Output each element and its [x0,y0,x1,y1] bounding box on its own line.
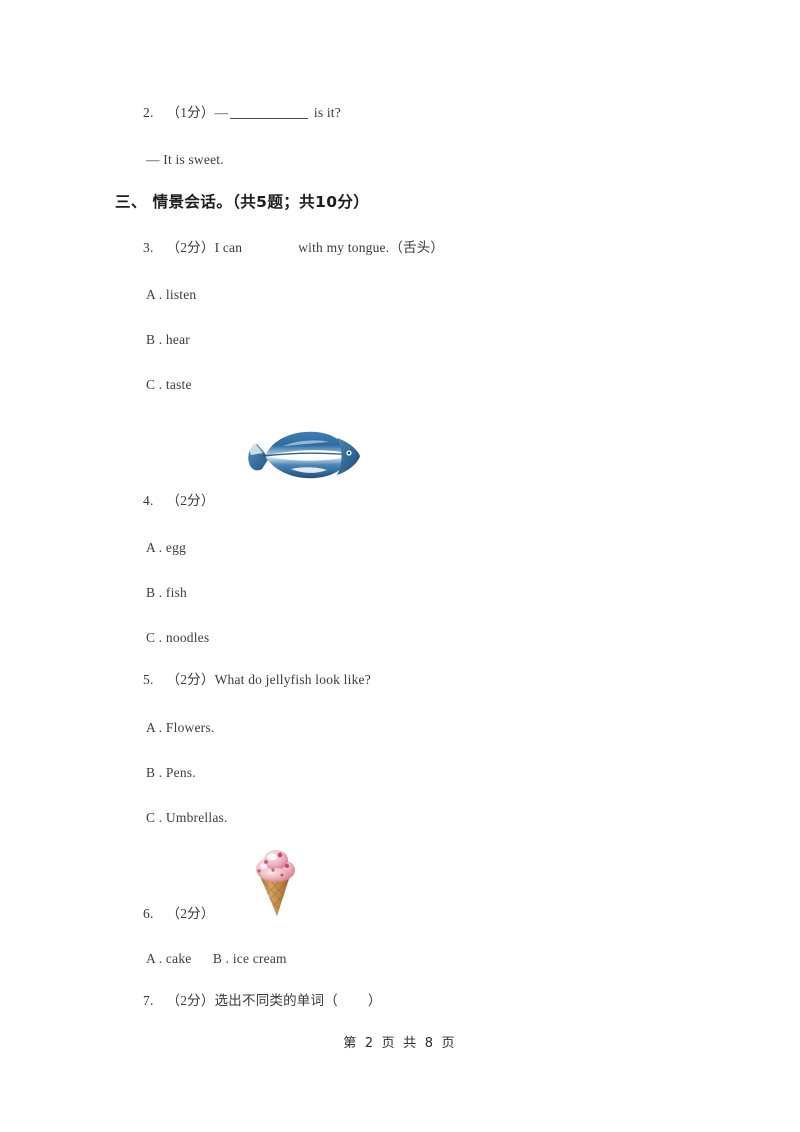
question-6-options-inline[interactable]: A . cake B . ice cream [146,952,287,966]
question-3-score: （2分） [166,240,215,255]
question-3-stem-after: with my tongue.（舌头） [298,240,445,255]
page-footer: 第 2 页 共 8 页 [343,1036,457,1051]
question-7-score: （2分） [166,993,215,1008]
question-5-option-a[interactable]: A . Flowers. [146,721,214,735]
question-2-reply: — It is sweet. [146,152,224,167]
ice-cream-cone-illustration [246,846,304,918]
question-2-score: （1分） [166,105,215,120]
question-3-option-c[interactable]: C . taste [146,378,192,392]
question-4-stem: 4. （2分） [143,494,215,508]
question-2-number: 2. [143,105,154,120]
question-6-number: 6. [143,906,154,921]
question-5-stem-text: What do jellyfish look like? [214,672,371,687]
question-2-tail: is it? [310,105,341,120]
question-3-stem-before: I can [214,240,243,255]
question-3-number: 3. [143,240,154,255]
question-5-option-b[interactable]: B . Pens. [146,766,196,780]
question-3-option-a[interactable]: A . listen [146,288,196,302]
question-7-stem-before: 选出不同类的单词（ [214,993,338,1008]
question-4-option-b[interactable]: B . fish [146,586,187,600]
fish-illustration [243,420,363,490]
question-3-option-b[interactable]: B . hear [146,333,190,347]
section-heading-three: 三、 情景会话。（共5题；共10分） [115,193,370,211]
question-5-stem: 5. （2分）What do jellyfish look like? [143,673,371,687]
question-5-number: 5. [143,672,154,687]
question-4-number: 4. [143,493,154,508]
question-4-score: （2分） [166,493,215,508]
question-2-dash: — [214,105,229,120]
question-3-stem: 3. （2分）I can with my tongue.（舌头） [143,241,444,255]
question-5-score: （2分） [166,672,215,687]
question-4-option-c[interactable]: C . noodles [146,631,209,645]
question-6-score: （2分） [166,906,215,921]
question-7-stem: 7. （2分）选出不同类的单词（ ） [143,994,382,1008]
exam-page: 2. （1分）— is it? — It is sweet. 三、 情景会话。（共… [0,0,800,1132]
question-6-stem: 6. （2分） [143,907,215,921]
question-5-option-c[interactable]: C . Umbrellas. [146,811,228,825]
question-2-stem: 2. （1分）— is it? [143,106,341,120]
question-7-number: 7. [143,993,154,1008]
question-7-stem-after: ） [367,993,382,1008]
question-2-answer-blank[interactable] [230,118,309,119]
question-4-option-a[interactable]: A . egg [146,541,186,555]
